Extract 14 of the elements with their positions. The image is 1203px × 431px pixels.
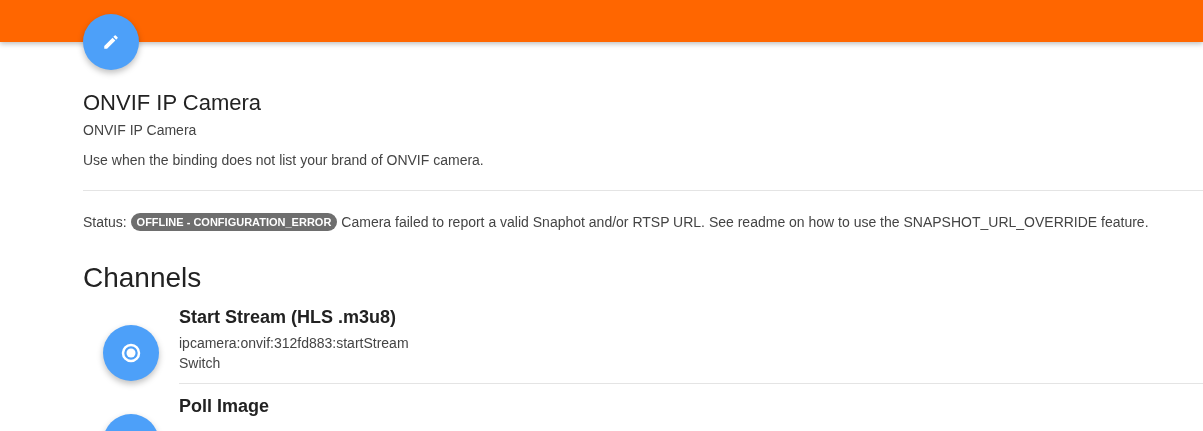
status-label: Status: [83,214,127,230]
channel-title: Poll Image [179,395,271,418]
edit-button[interactable] [83,14,139,70]
channel-type: Switch [179,354,222,373]
status-badge: OFFLINE - CONFIGURATION_ERROR [130,213,338,231]
channel-uid: ipcamera:onvif:312fd883:startStream [179,334,410,353]
thing-title: ONVIF IP Camera [83,89,263,117]
channel-title: Start Stream (HLS .m3u8) [179,306,398,329]
channels-heading: Channels [83,261,203,295]
pencil-icon [102,33,120,51]
status-message: Camera failed to report a valid Snaphot and/or RTSP URL. See readme on how to use the SNAPSHOT_URL_OVERRIDE feature. [341,214,1149,230]
channel-icon [103,325,159,381]
thing-description: Use when the binding does not list your brand of ONVIF camera. [83,151,485,170]
thing-label: ONVIF IP Camera [83,121,198,140]
